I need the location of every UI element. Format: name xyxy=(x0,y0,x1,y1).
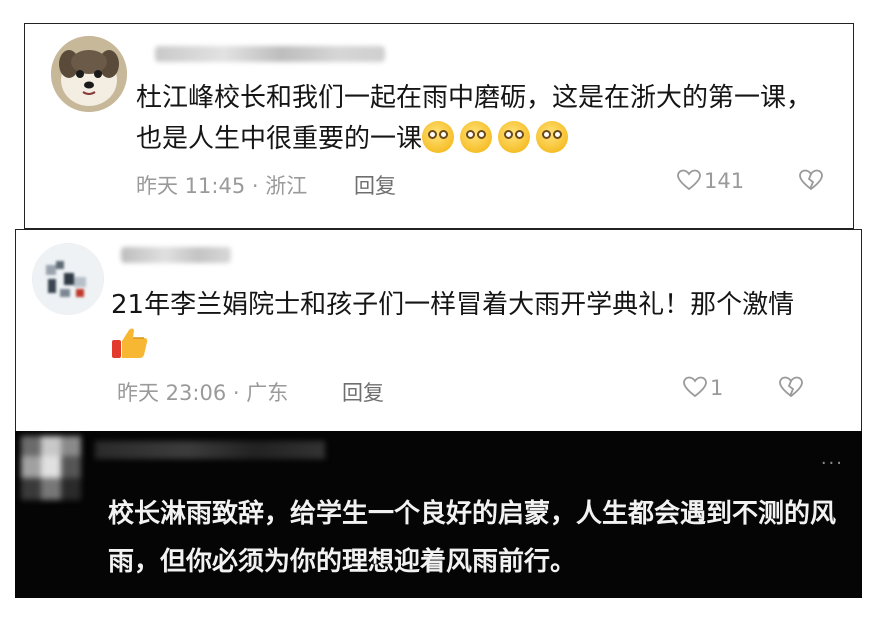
thumbs-up-icon xyxy=(112,328,148,358)
user-avatar-dog[interactable] xyxy=(51,36,127,112)
broken-heart-icon xyxy=(799,169,823,191)
comment-text: 校长淋雨致辞，给学生一个良好的启蒙，人生都会遇到不测的风雨，但你必须为你的理想迎… xyxy=(108,499,837,577)
comment-time-location: 昨天 11:45 · 浙江 xyxy=(136,174,308,198)
reply-button[interactable]: 回复 xyxy=(342,377,384,407)
like-count: 1 xyxy=(710,376,724,400)
heart-outline-icon xyxy=(677,169,701,191)
like-count: 141 xyxy=(704,169,745,193)
reply-button[interactable]: 回复 xyxy=(354,170,396,200)
comment-text: 杜江峰校长和我们一起在雨中磨砺，这是在浙大的第一课，也是人生中很重要的一课 xyxy=(136,83,813,154)
comment-card-1: 杜江峰校长和我们一起在雨中磨砺，这是在浙大的第一课，也是人生中很重要的一课 昨天… xyxy=(24,23,854,229)
username-blurred[interactable] xyxy=(121,247,231,263)
username-blurred[interactable] xyxy=(155,46,385,62)
like-button[interactable]: 141 xyxy=(676,168,744,193)
heart-outline-icon xyxy=(683,376,707,398)
broken-heart-icon xyxy=(779,376,803,398)
username-blurred[interactable] xyxy=(95,441,325,459)
pleading-face-icon xyxy=(460,121,493,153)
pleading-face-icon xyxy=(498,121,531,153)
like-button[interactable]: 1 xyxy=(682,375,723,400)
comment-card-2: 21年李兰娟院士和孩子们一样冒着大雨开学典礼！那个激情 昨天 23:06 · 广… xyxy=(15,229,862,433)
comment-card-3-dark: ··· 校长淋雨致辞，给学生一个良好的启蒙，人生都会遇到不测的风雨，但你必须为你… xyxy=(15,431,862,598)
dislike-button[interactable] xyxy=(798,168,824,193)
pleading-face-icon xyxy=(422,121,455,153)
pleading-face-icon xyxy=(536,121,569,153)
comment-time-location: 昨天 23:06 · 广东 xyxy=(117,381,289,405)
user-avatar-blurred[interactable] xyxy=(21,436,97,502)
more-options-icon[interactable]: ··· xyxy=(821,453,844,474)
user-avatar-pixelated[interactable] xyxy=(32,243,104,315)
dislike-button[interactable] xyxy=(778,375,804,400)
comment-text: 21年李兰娟院士和孩子们一样冒着大雨开学典礼！那个激情 xyxy=(111,285,831,367)
